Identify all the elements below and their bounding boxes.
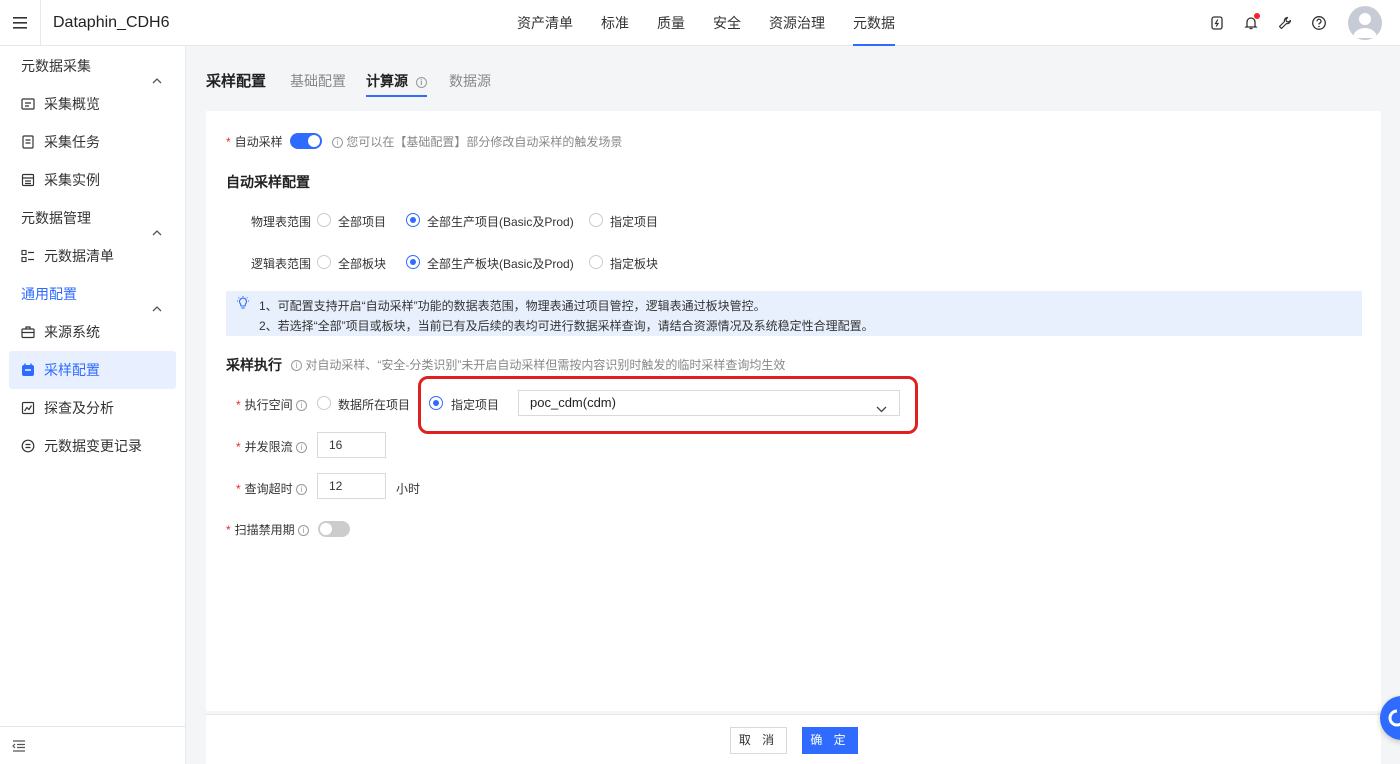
nav-quality[interactable]: 质量 bbox=[643, 0, 699, 46]
auto-sample-hint: i 您可以在【基础配置】部分修改自动采样的触发场景 bbox=[332, 133, 622, 150]
sampling-icon bbox=[21, 363, 35, 377]
exec-space-label: * 执行空间 i bbox=[236, 396, 308, 413]
highlight-annotation bbox=[418, 376, 918, 434]
radio-data-project-label: 数据所在项目 bbox=[338, 398, 411, 412]
concurrency-input[interactable]: 16 bbox=[317, 432, 386, 458]
sidebar-group-metadata-collection[interactable]: 元数据采集 bbox=[0, 47, 186, 85]
page-header: 采样配置 基础配置 计算源 i 数据源 bbox=[186, 46, 1400, 106]
nav-metadata[interactable]: 元数据 bbox=[839, 0, 909, 46]
bell-icon[interactable] bbox=[1234, 6, 1268, 40]
scan-disable-toggle[interactable] bbox=[318, 521, 350, 537]
info-icon: i bbox=[291, 360, 302, 372]
user-avatar[interactable] bbox=[1348, 6, 1382, 40]
cancel-button[interactable]: 取 消 bbox=[730, 727, 787, 754]
menu-icon[interactable] bbox=[0, 0, 41, 46]
radio-all-projects-label: 全部项目 bbox=[338, 215, 387, 229]
sidebar: 元数据采集 采集概览 采集任务 采集实例 元数据管理 元数据清单 通用配置 来源… bbox=[0, 46, 186, 764]
info-icon[interactable]: i bbox=[296, 400, 308, 412]
logical-scope-label: 逻辑表范围 bbox=[251, 257, 312, 271]
top-bar: Dataphin_CDH6 资产清单 标准 质量 安全 资源治理 元数据 bbox=[0, 0, 1400, 46]
app-title[interactable]: Dataphin_CDH6 bbox=[53, 14, 170, 32]
info-icon[interactable]: i bbox=[298, 525, 310, 537]
sidebar-item-collection-overview[interactable]: 采集概览 bbox=[9, 85, 176, 123]
sidebar-item-collection-task[interactable]: 采集任务 bbox=[9, 123, 176, 161]
tab-data-source[interactable]: 数据源 bbox=[449, 71, 491, 95]
nav-resource-governance[interactable]: 资源治理 bbox=[755, 0, 839, 46]
overview-icon bbox=[21, 97, 35, 111]
help-icon[interactable] bbox=[1302, 6, 1336, 40]
timeout-unit: 小时 bbox=[396, 482, 421, 496]
scan-disable-label: * 扫描禁用期 i bbox=[226, 521, 310, 538]
list-icon bbox=[21, 249, 35, 263]
exec-section-title: 采样执行 bbox=[226, 357, 282, 373]
change-log-icon bbox=[21, 439, 35, 453]
timeout-input[interactable]: 12 bbox=[317, 473, 386, 499]
sidebar-item-explore-analysis[interactable]: 探查及分析 bbox=[9, 389, 176, 427]
radio-all-sections[interactable] bbox=[317, 255, 331, 269]
page-title: 采样配置 bbox=[206, 73, 267, 90]
tab-compute-source[interactable]: 计算源 i bbox=[366, 71, 427, 97]
nav-standard[interactable]: 标准 bbox=[587, 0, 643, 46]
tips-box: 1、可配置支持开启“自动采样”功能的数据表范围，物理表通过项目管控，逻辑表通过板… bbox=[226, 291, 1362, 336]
exec-section-hint: i 对自动采样、“安全-分类识别”未开启自动采样但需按内容识别时触发的临时采样查… bbox=[291, 356, 785, 373]
auto-sample-toggle[interactable] bbox=[290, 133, 322, 149]
radio-data-project[interactable] bbox=[317, 396, 331, 410]
sidebar-item-collection-instance[interactable]: 采集实例 bbox=[9, 161, 176, 199]
sidebar-item-sampling-config[interactable]: 采样配置 bbox=[9, 351, 176, 389]
top-nav: 资产清单 标准 质量 安全 资源治理 元数据 bbox=[503, 0, 909, 46]
nav-security[interactable]: 安全 bbox=[699, 0, 755, 46]
lightbulb-icon bbox=[236, 296, 250, 313]
sidebar-group-metadata-management[interactable]: 元数据管理 bbox=[0, 199, 186, 237]
footer-bar: 取 消 确 定 bbox=[206, 714, 1381, 764]
collapse-sidebar-icon[interactable] bbox=[12, 739, 26, 756]
info-icon[interactable]: i bbox=[296, 484, 308, 496]
instance-icon bbox=[21, 173, 35, 187]
wrench-icon[interactable] bbox=[1268, 6, 1302, 40]
briefcase-icon bbox=[21, 325, 35, 339]
task-icon bbox=[21, 135, 35, 149]
ok-button[interactable]: 确 定 bbox=[802, 727, 858, 754]
explore-icon bbox=[21, 401, 35, 415]
info-icon[interactable]: i bbox=[415, 76, 427, 88]
physical-scope-label: 物理表范围 bbox=[251, 215, 312, 229]
radio-specified-section-label: 指定板块 bbox=[610, 257, 659, 271]
radio-all-prod-projects[interactable] bbox=[406, 213, 420, 227]
radio-all-prod-sections[interactable] bbox=[406, 255, 420, 269]
radio-all-prod-projects-label: 全部生产项目(Basic及Prod) bbox=[427, 215, 574, 229]
radio-all-sections-label: 全部板块 bbox=[338, 257, 387, 271]
auto-sample-label: * 自动采样 bbox=[226, 135, 283, 149]
sidebar-item-metadata-list[interactable]: 元数据清单 bbox=[9, 237, 176, 275]
nav-asset-list[interactable]: 资产清单 bbox=[503, 0, 587, 46]
tip-line-2: 2、若选择“全部”项目或板块，当前已有及后续的表均可进行数据采样查询，请结合资源… bbox=[259, 319, 874, 333]
sidebar-group-general-config[interactable]: 通用配置 bbox=[0, 275, 186, 313]
info-icon[interactable]: i bbox=[296, 442, 308, 454]
radio-specified-project[interactable] bbox=[589, 213, 603, 227]
concurrency-label: * 并发限流 i bbox=[236, 438, 308, 455]
sidebar-footer bbox=[0, 726, 186, 764]
radio-all-projects[interactable] bbox=[317, 213, 331, 227]
radio-specified-project-label: 指定项目 bbox=[610, 215, 659, 229]
radio-specified-section[interactable] bbox=[589, 255, 603, 269]
info-icon: i bbox=[332, 137, 343, 149]
sidebar-item-source-system[interactable]: 来源系统 bbox=[9, 313, 176, 351]
sidebar-item-metadata-change-log[interactable]: 元数据变更记录 bbox=[9, 427, 176, 465]
assistant-float-button[interactable] bbox=[1380, 696, 1400, 740]
auto-config-title: 自动采样配置 bbox=[226, 174, 310, 190]
tip-line-1: 1、可配置支持开启“自动采样”功能的数据表范围，物理表通过项目管控，逻辑表通过板… bbox=[259, 299, 766, 313]
tab-basic-config[interactable]: 基础配置 bbox=[290, 71, 346, 95]
radio-all-prod-sections-label: 全部生产板块(Basic及Prod) bbox=[427, 257, 574, 271]
power-icon[interactable] bbox=[1200, 6, 1234, 40]
notification-dot bbox=[1254, 13, 1260, 19]
timeout-label: * 查询超时 i bbox=[236, 480, 308, 497]
